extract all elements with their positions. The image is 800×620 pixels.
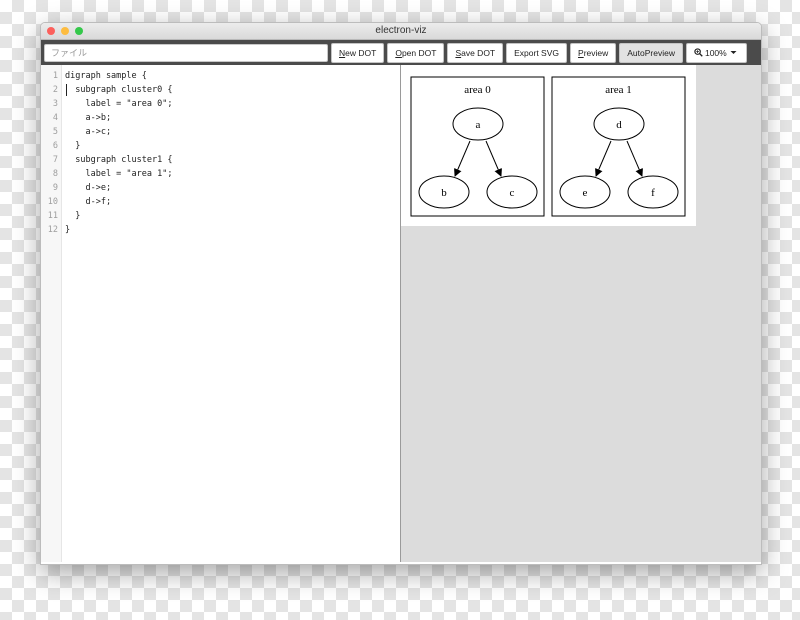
export-svg-button[interactable]: Export SVG (506, 42, 568, 63)
open-dot-accel: O (395, 47, 402, 58)
zoom-dropdown[interactable]: 100% (685, 42, 747, 63)
close-window-button[interactable] (47, 27, 55, 35)
node-label-c: c (510, 187, 515, 199)
line-number: 11 (47, 211, 58, 221)
node-label-b: b (441, 187, 447, 199)
zoom-in-icon (694, 48, 703, 57)
toolbar: New DOT Open DOT Save DOT Export SVG Pre… (41, 40, 761, 65)
open-dot-label: pen DOT (401, 47, 437, 58)
line-number: 12 (47, 225, 58, 235)
caret-down-icon (730, 51, 737, 54)
code-editor[interactable]: 1 2 3 4 5 6 7 8 9 10 11 12 digraph sample { subgrap… (41, 65, 401, 562)
code-line: subgraph cluster1 { (65, 155, 173, 165)
line-number: 4 (52, 113, 58, 123)
zoom-value: 100% (704, 47, 727, 58)
preview-label: review (583, 47, 609, 58)
code-line: d->e; (65, 183, 112, 193)
code-area[interactable]: digraph sample { subgraph cluster0 { lab… (62, 65, 400, 562)
text-cursor (66, 84, 67, 96)
code-line: } (65, 141, 81, 151)
graph-canvas: area 0 a b c area 1 d e f (401, 65, 696, 226)
graph-svg: area 0 a b c area 1 d e f (410, 76, 686, 217)
code-line: a->c; (65, 127, 112, 137)
code-line: label = "area 1"; (65, 169, 173, 179)
code-line: label = "area 0"; (65, 99, 173, 109)
line-number: 2 (52, 85, 58, 95)
line-number: 8 (52, 169, 58, 179)
window-title: electron-viz (375, 25, 427, 36)
main-content: 1 2 3 4 5 6 7 8 9 10 11 12 digraph sample { subgrap… (41, 65, 761, 562)
cluster-label: area 1 (605, 84, 632, 96)
auto-preview-label: AutoPreview (627, 47, 675, 58)
code-line: digraph sample { (65, 71, 147, 81)
line-number: 10 (47, 197, 58, 207)
code-line: } (65, 225, 71, 235)
node-label-d: d (616, 119, 622, 131)
line-number: 7 (52, 155, 58, 165)
traffic-lights (47, 27, 83, 35)
node-label-e: e (583, 187, 588, 199)
open-dot-button[interactable]: Open DOT (387, 42, 445, 63)
line-number: 3 (52, 99, 58, 109)
code-line: a->b; (65, 113, 112, 123)
line-number: 6 (52, 141, 58, 151)
line-number: 5 (52, 127, 58, 137)
auto-preview-toggle[interactable]: AutoPreview (619, 42, 683, 63)
zoom-window-button[interactable] (75, 27, 83, 35)
file-input[interactable] (44, 43, 328, 62)
export-svg-label: Export SVG (514, 47, 560, 58)
save-dot-button[interactable]: Save DOT (447, 42, 504, 63)
app-window: electron-viz New DOT Open DOT Save DOT E… (40, 22, 762, 565)
preview-pane: area 0 a b c area 1 d e f (401, 65, 761, 562)
cluster-area-1: area 1 d e f (551, 76, 686, 217)
code-line: } (65, 211, 81, 221)
line-number: 1 (52, 71, 58, 81)
node-label-f: f (651, 187, 655, 199)
save-dot-label: ave DOT (461, 47, 496, 58)
title-bar: electron-viz (41, 23, 761, 40)
line-number: 9 (52, 183, 58, 193)
new-dot-button[interactable]: New DOT (331, 42, 385, 63)
line-number-gutter: 1 2 3 4 5 6 7 8 9 10 11 12 (41, 65, 62, 562)
cluster-label: area 0 (464, 84, 491, 96)
preview-button[interactable]: Preview (570, 42, 617, 63)
cluster-area-0: area 0 a b c (410, 76, 545, 217)
code-line: d->f; (65, 197, 112, 207)
minimize-window-button[interactable] (61, 27, 69, 35)
node-label-a: a (476, 119, 481, 131)
new-dot-label: ew DOT (345, 47, 377, 58)
code-line: subgraph cluster0 { (65, 85, 173, 95)
